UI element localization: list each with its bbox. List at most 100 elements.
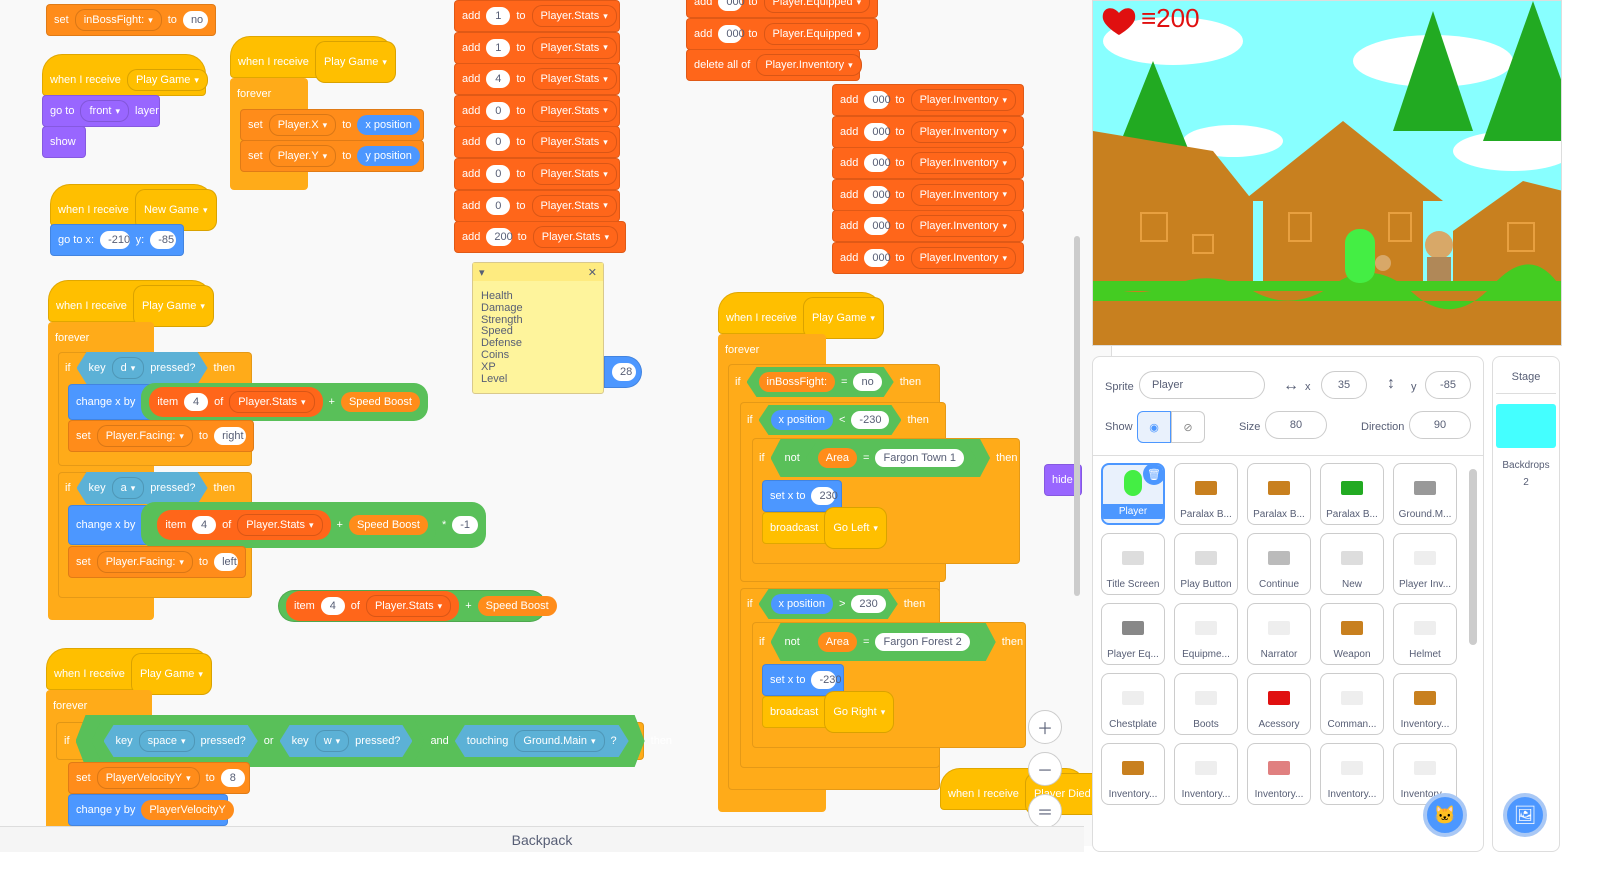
comment-text[interactable]: Health Damage Strength Speed Defense Coi… — [473, 281, 603, 395]
message-dropdown[interactable]: Play Game — [130, 653, 212, 695]
sprite-tile[interactable]: Player Inv... — [1393, 533, 1457, 595]
block-broadcast[interactable]: broadcast Go Left — [762, 507, 887, 549]
block-add-to-equipped[interactable]: add 000 to Player.Equipped — [686, 18, 878, 50]
sprite-tile[interactable]: Paralax B... — [1174, 463, 1238, 525]
sprite-tile[interactable]: Continue — [1247, 533, 1311, 595]
hat-when-receive[interactable]: when I receive New Game — [50, 184, 217, 231]
block-add-to-stats[interactable]: add 0 to Player.Stats — [454, 158, 620, 190]
choose-backdrop-button[interactable]: 🖼 — [1503, 793, 1547, 837]
sprite-tile[interactable]: Inventory... — [1247, 743, 1311, 805]
sprite-tile[interactable]: Paralax B... — [1320, 463, 1384, 525]
list-dropdown[interactable]: Player.Stats — [531, 36, 617, 59]
value-input[interactable]: Fargon Forest 2 — [875, 633, 969, 651]
list-dropdown[interactable]: Player.Stats — [531, 163, 617, 185]
layer-dropdown[interactable]: front — [80, 100, 130, 122]
reporter-speed-boost[interactable]: Speed Boost — [340, 392, 420, 412]
list-dropdown[interactable]: Player.Inventory — [910, 215, 1016, 238]
y-input[interactable]: -85 — [150, 231, 176, 249]
reporter-fragment[interactable]: 28 — [604, 356, 642, 388]
zoom-reset-button[interactable]: ＝ — [1028, 794, 1062, 828]
sprite-tile[interactable]: Inventory... — [1320, 743, 1384, 805]
block-set-player-x[interactable]: set Player.X to x position — [240, 109, 424, 141]
index-input[interactable]: 4 — [184, 393, 209, 411]
block-if-not-area[interactable]: if not Area = Fargon Forest 2 then — [752, 622, 1026, 662]
message-dropdown[interactable]: Play Game — [802, 297, 884, 339]
block-add-to-stats[interactable]: add 0 to Player.Stats — [454, 126, 620, 159]
block-add-to-stats[interactable]: add 0 to Player.Stats — [454, 189, 620, 222]
block-add-to-stats[interactable]: add 1 to Player.Stats — [454, 31, 620, 64]
workspace-scrollbar[interactable] — [1074, 236, 1080, 596]
value-input[interactable]: 000 — [864, 122, 891, 141]
close-icon[interactable]: ✕ — [588, 266, 597, 279]
list-dropdown[interactable]: Player.Stats — [531, 5, 617, 27]
sprite-tile[interactable]: Acessory — [1247, 673, 1311, 735]
value-input[interactable]: 1 — [486, 7, 511, 25]
block-broadcast[interactable]: broadcast Go Right — [762, 691, 895, 733]
block-if-not-area[interactable]: if not Area = Fargon Town 1 then — [752, 438, 1020, 478]
var-dropdown[interactable]: Player.Facing: — [96, 425, 193, 447]
sprite-tile[interactable]: Play Button — [1174, 533, 1238, 595]
var-dropdown[interactable]: Player.Y — [268, 145, 337, 167]
hat-when-receive[interactable]: when I receive Play Game — [46, 648, 212, 695]
sprite-dropdown[interactable]: Ground.Main — [514, 730, 604, 752]
block-add-to-stats[interactable]: add 4 to Player.Stats — [454, 63, 620, 96]
list-dropdown[interactable]: Player.Equipped — [763, 23, 871, 45]
block-set-facing[interactable]: set Player.Facing: to right — [68, 420, 254, 452]
size-input[interactable]: 80 — [1265, 411, 1327, 439]
value-input[interactable]: 000 — [718, 25, 745, 43]
block-go-to-layer[interactable]: go to front layer — [42, 95, 160, 127]
value-input[interactable]: 230 — [851, 595, 885, 613]
var-dropdown[interactable]: PlayerVelocityY — [96, 767, 200, 789]
var-dropdown[interactable]: Player.Facing: — [96, 551, 193, 573]
value-input[interactable]: 200 — [486, 228, 513, 247]
value-input[interactable]: 000 — [718, 0, 745, 11]
block-add-to-stats[interactable]: add 1 to Player.Stats — [454, 0, 620, 32]
list-dropdown[interactable]: Player.Stats — [365, 595, 452, 617]
list-dropdown[interactable]: Player.Stats — [531, 99, 617, 122]
list-dropdown[interactable]: Player.Stats — [531, 68, 617, 91]
backpack-bar[interactable]: Backpack — [0, 826, 1084, 852]
sprite-tile[interactable]: Player 🗑 — [1101, 463, 1165, 525]
key-dropdown[interactable]: w — [315, 730, 349, 752]
sprite-tile[interactable]: Inventory... — [1393, 673, 1457, 735]
list-dropdown[interactable]: Player.Inventory — [910, 247, 1016, 269]
sprite-tile[interactable]: Title Screen — [1101, 533, 1165, 595]
reporter-area[interactable]: Area — [818, 448, 857, 468]
hat-when-receive[interactable]: when I receive Play Game — [42, 54, 208, 96]
block-add-to-inventory[interactable]: add 000 to Player.Inventory — [832, 115, 1024, 148]
sprite-tile[interactable]: Chestplate — [1101, 673, 1165, 735]
block-if-key-d[interactable]: if keyd pressed? then — [58, 352, 252, 384]
sprite-tile[interactable]: New — [1320, 533, 1384, 595]
index-input[interactable]: 4 — [192, 516, 217, 534]
block-add-to-inventory[interactable]: add 000 to Player.Inventory — [832, 178, 1024, 211]
sprite-tile[interactable]: Boots — [1174, 673, 1238, 735]
hat-when-receive[interactable]: when I receive Player Died — [940, 768, 1109, 815]
list-dropdown[interactable]: Player.Stats — [237, 514, 323, 536]
key-dropdown[interactable]: space — [139, 730, 195, 752]
collapse-icon[interactable]: ▾ — [479, 266, 485, 279]
list-dropdown[interactable]: Player.Inventory — [910, 152, 1016, 175]
key-dropdown[interactable]: d — [112, 357, 145, 379]
value-input[interactable]: 8 — [220, 769, 245, 787]
direction-input[interactable]: 90 — [1409, 411, 1471, 439]
block-add-to-equipped[interactable]: add 000 to Player.Equipped — [686, 0, 878, 18]
block-set-velocity[interactable]: set PlayerVelocityY to 8 — [68, 762, 250, 794]
hat-when-receive[interactable]: when I receive Play Game — [48, 280, 214, 327]
value-input[interactable]: -230 — [811, 671, 842, 689]
block-add-to-stats[interactable]: add 0 to Player.Stats — [454, 94, 620, 127]
block-if-key-a[interactable]: if keya pressed? then — [58, 472, 252, 504]
block-delete-all[interactable]: delete all of Player.Inventory — [686, 49, 862, 81]
reporter-speed-boost[interactable]: Speed Boost — [477, 596, 557, 616]
value-input[interactable]: no — [853, 373, 881, 391]
reporter-var[interactable]: inBossFight: — [759, 372, 836, 392]
value-input[interactable]: right — [214, 427, 246, 445]
index-input[interactable]: 4 — [320, 597, 345, 615]
sprite-tile[interactable]: Inventory... — [1174, 743, 1238, 805]
y-input[interactable]: -85 — [1425, 371, 1471, 399]
value-input[interactable]: 000 — [864, 185, 891, 204]
var-dropdown[interactable]: Player.X — [268, 114, 337, 136]
message-dropdown[interactable]: Play Game — [126, 69, 208, 91]
list-dropdown[interactable]: Player.Stats — [531, 194, 617, 217]
reporter-velocity[interactable]: PlayerVelocityY — [141, 800, 234, 820]
sprite-tile[interactable]: Comman... — [1320, 673, 1384, 735]
